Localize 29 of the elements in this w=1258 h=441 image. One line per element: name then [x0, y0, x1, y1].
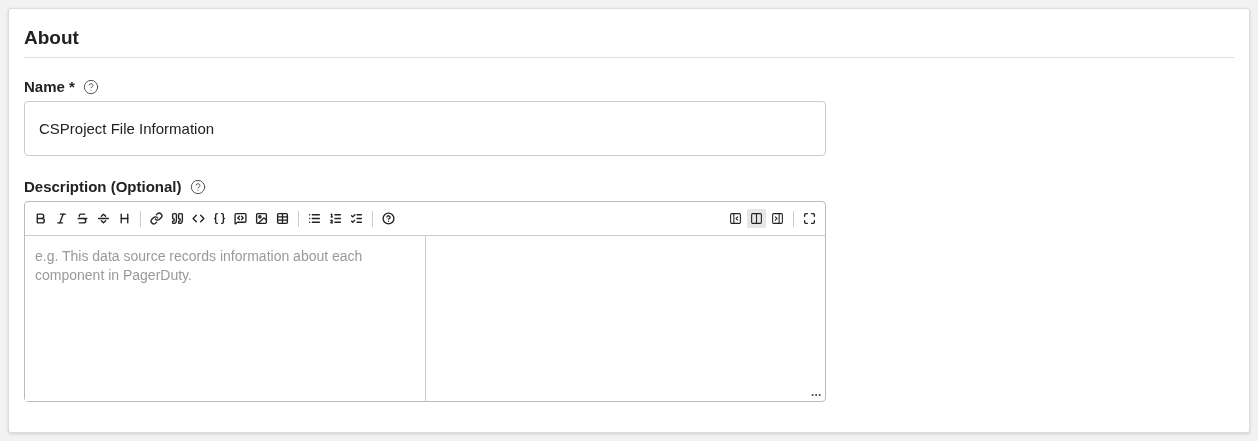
help-icon[interactable]	[382, 212, 395, 225]
checklist-icon[interactable]	[350, 212, 363, 225]
code-block-icon[interactable]	[234, 212, 247, 225]
horizontal-rule-icon[interactable]	[97, 212, 110, 225]
bold-icon[interactable]	[34, 212, 47, 225]
link-icon[interactable]	[150, 212, 163, 225]
side-by-side-button[interactable]	[747, 209, 766, 228]
markdown-editor[interactable]: e.g. This data source records information about each component in PagerDuty.	[24, 201, 826, 402]
italic-icon[interactable]	[55, 212, 68, 225]
side-by-side-icon	[750, 212, 763, 225]
name-input[interactable]: CSProject File Information	[24, 101, 826, 156]
description-label: Description (Optional)	[24, 178, 182, 195]
strikethrough-icon[interactable]	[76, 212, 89, 225]
section-title: About	[24, 27, 1234, 58]
numbered-list-icon[interactable]	[329, 212, 342, 225]
name-label: Name *	[24, 78, 75, 95]
heading-icon[interactable]	[118, 212, 131, 225]
braces-icon[interactable]	[213, 212, 226, 225]
editor-only-icon	[729, 212, 742, 225]
image-icon[interactable]	[255, 212, 268, 225]
code-icon[interactable]	[192, 212, 205, 225]
table-icon[interactable]	[276, 212, 289, 225]
preview-only-icon	[771, 212, 784, 225]
description-input[interactable]: e.g. This data source records information about each component in PagerDuty.	[25, 236, 426, 401]
bullet-list-icon[interactable]	[308, 212, 321, 225]
help-icon[interactable]	[82, 78, 99, 95]
fullscreen-icon[interactable]	[803, 212, 816, 225]
help-icon[interactable]	[189, 178, 206, 195]
quote-icon[interactable]	[171, 212, 184, 225]
